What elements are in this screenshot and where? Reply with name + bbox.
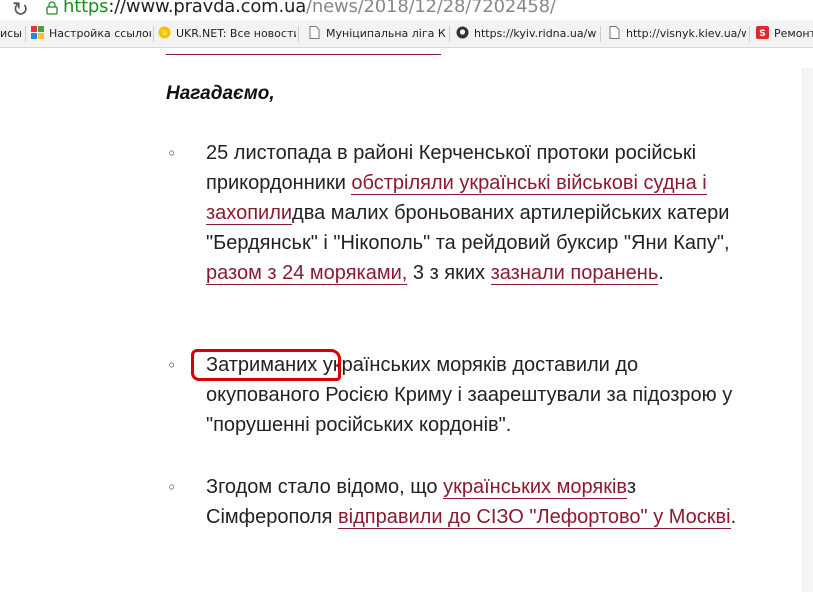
bookmark-item[interactable]: S Ремонт [756, 25, 813, 43]
item-text: . [730, 506, 737, 528]
bullet-icon: ◦ [167, 144, 177, 163]
item-text: Згодом стало відомо, що [206, 476, 444, 498]
red-annotation-highlight [191, 349, 341, 381]
bullet-icon: ◦ [167, 356, 177, 375]
bookmark-separator [298, 26, 299, 42]
url-text[interactable]: https://www.pravda.com.ua/news/2018/12/2… [63, 0, 556, 17]
lock-icon [46, 1, 58, 15]
bookmark-label: http://visnyk.kiev.ua/wp [626, 27, 746, 40]
link-ukrainian-sailors[interactable]: українських моряків [443, 476, 627, 499]
bookmark-label: Ремонт [774, 27, 813, 40]
page-scrollbar[interactable] [802, 68, 813, 592]
github-icon [456, 26, 469, 39]
link-lefortovo[interactable]: відправили до СІЗО "Лефортово" у Москві [338, 506, 731, 529]
bookmark-item[interactable]: https://kyiv.ridna.ua/wp [456, 25, 596, 43]
bookmark-label: Муніципальна ліга Киє [326, 27, 446, 40]
url-scheme: https [63, 0, 109, 17]
item-text: 3 з яких [407, 262, 491, 284]
bookmark-label: Настройка ссылок [49, 27, 151, 40]
bookmark-item[interactable]: Муніципальна ліга Киє [308, 25, 446, 43]
page-icon [609, 26, 620, 39]
article-content: Нагадаємо, ◦ 25 листопада в районі Керче… [0, 48, 813, 592]
ukrnet-icon: U [158, 26, 171, 39]
bookmark-label: исы [0, 27, 22, 40]
list-item: 25 листопада в районі Керченської проток… [206, 138, 746, 288]
list-item: Згодом стало відомо, що українських моря… [206, 472, 746, 532]
s-red-icon: S [756, 26, 769, 39]
bookmark-label: https://kyiv.ridna.ua/wp [474, 27, 596, 40]
item-text: . [658, 262, 664, 284]
reminder-heading: Нагадаємо, [166, 83, 275, 104]
bookmark-separator [25, 26, 26, 42]
bookmark-item[interactable]: исы [0, 25, 22, 43]
bookmark-item[interactable]: Настройка ссылок [31, 25, 151, 43]
page-icon [309, 26, 320, 39]
link-injured[interactable]: зазнали поранень [490, 262, 659, 285]
url-path: /news/2018/12/28/7202458/ [306, 0, 556, 17]
cut-off-link-underline[interactable] [166, 54, 441, 55]
bookmark-item[interactable]: http://visnyk.kiev.ua/wp [608, 25, 746, 43]
bookmarks-bar: исы Настройка ссылок U UKR.NET: Все ново… [0, 20, 813, 48]
bookmark-separator [749, 26, 750, 42]
svg-text:S: S [759, 29, 765, 39]
apps-grid-icon [31, 26, 44, 39]
bookmark-separator [153, 26, 154, 42]
bookmark-item[interactable]: U UKR.NET: Все новости [158, 25, 296, 43]
link-with-sailors[interactable]: разом з 24 моряками, [206, 262, 408, 285]
svg-text:U: U [162, 30, 166, 37]
bookmark-separator [449, 26, 450, 42]
address-bar[interactable]: ↻ https://www.pravda.com.ua/news/2018/12… [0, 0, 813, 21]
url-host: ://www.pravda.com.ua [108, 0, 307, 17]
bullet-icon: ◦ [167, 478, 177, 497]
bookmark-label: UKR.NET: Все новости [176, 27, 296, 40]
bookmark-separator [600, 26, 601, 42]
reload-icon[interactable]: ↻ [12, 0, 29, 21]
